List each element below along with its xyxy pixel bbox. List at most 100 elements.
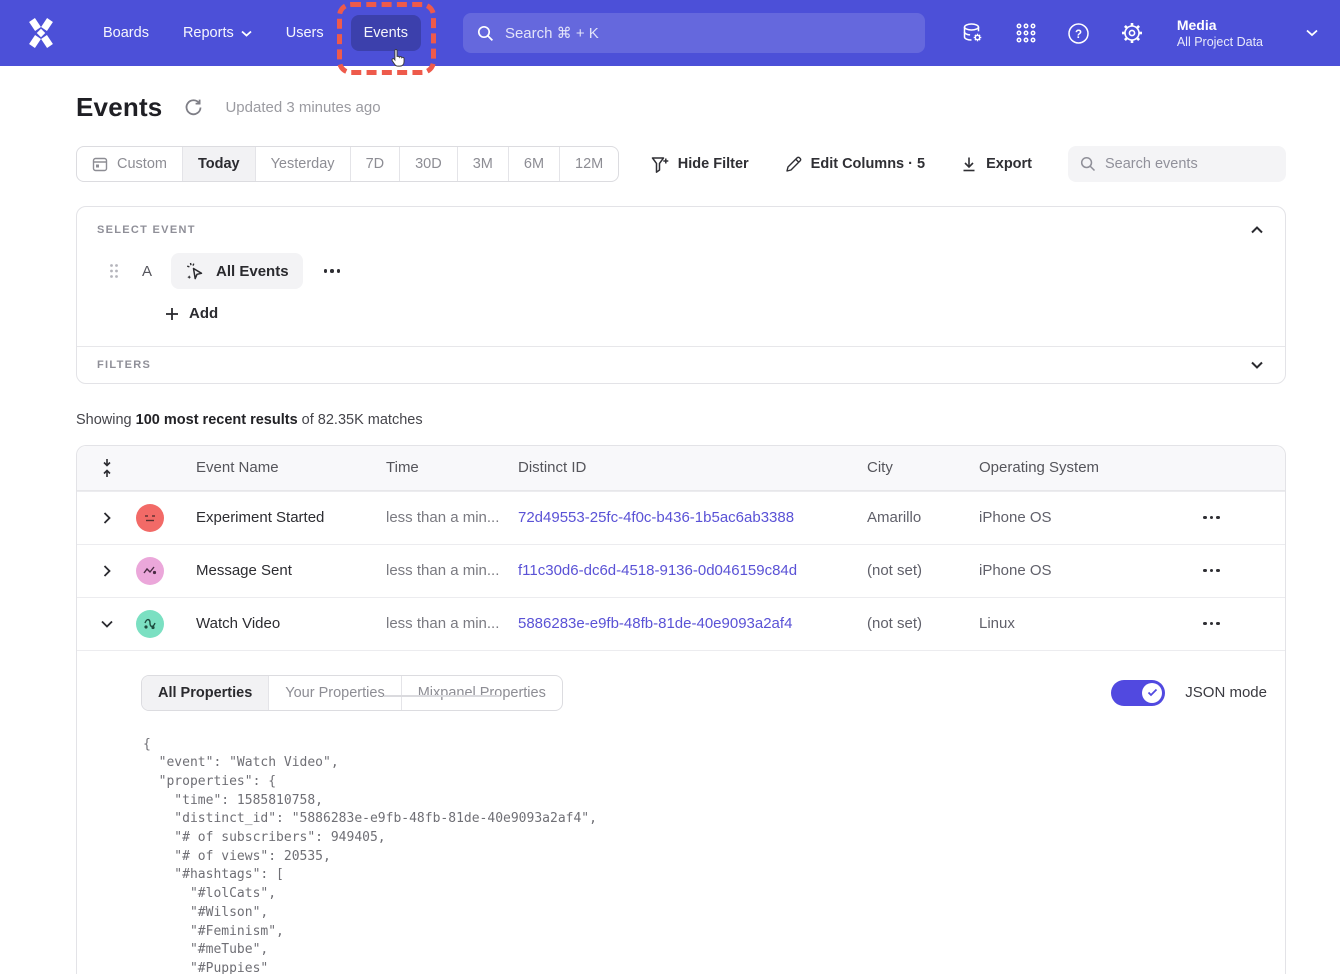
nav-item-users[interactable]: Users [273,15,337,51]
table-row: Experiment Started less than a min... 72… [77,491,1285,544]
event-name-cell: Watch Video [196,615,386,632]
query-builder-card: SELECT EVENT [76,206,1286,384]
calendar-icon [92,156,108,172]
date-option-custom[interactable]: Custom [77,147,182,181]
date-range-selector: Custom Today Yesterday 7D 30D 3M 6M 12M [76,146,619,182]
date-option-yesterday[interactable]: Yesterday [255,147,350,181]
distinct-id-link[interactable]: 72d49553-25fc-4f0c-b436-1b5ac6ab3388 [518,509,794,526]
row-collapse-chevron-down-icon[interactable] [97,616,117,632]
city-cell: (not set) [867,615,979,632]
edit-columns-button[interactable]: Edit Columns · 5 [785,156,925,173]
tab-all-properties[interactable]: All Properties [142,676,268,710]
row-expand-chevron-right-icon[interactable] [99,508,115,528]
date-option-30d[interactable]: 30D [399,147,457,181]
row-expand-chevron-right-icon[interactable] [99,561,115,581]
svg-text:?: ? [1075,29,1082,41]
expand-section-chevron-down-icon[interactable] [1249,359,1265,371]
check-icon [1147,688,1158,697]
properties-tabs: All Properties Your Properties Mixpanel … [141,675,563,711]
plus-icon [165,307,179,321]
results-summary: Showing 100 most recent results of 82.35… [76,412,1286,428]
nav-item-label: Events [364,25,408,41]
nav-item-label: Users [286,25,324,41]
date-option-12m[interactable]: 12M [559,147,618,181]
last-updated-text: Updated 3 minutes ago [225,99,380,116]
column-header-city[interactable]: City [867,459,979,476]
page-title: Events [76,92,162,123]
all-events-selector[interactable]: All Events [171,253,303,289]
json-mode-label: JSON mode [1185,684,1267,701]
mixpanel-events-page: Boards Reports Users Events [0,0,1340,974]
date-option-today[interactable]: Today [182,147,255,181]
column-header-distinct-id[interactable]: Distinct ID [518,459,867,476]
export-button[interactable]: Export [961,156,1032,173]
top-nav: Boards Reports Users Events [0,0,1340,66]
event-name-cell: Message Sent [196,562,386,579]
nav-item-events-wrapper: Events [351,15,421,51]
filters-section[interactable]: FILTERS [77,346,1285,383]
os-cell: Linux [979,615,1193,632]
download-icon [961,156,977,173]
distinct-id-link[interactable]: f11c30d6-dc6d-4518-9136-0d046159c84d [518,562,797,579]
chevron-down-icon [241,30,252,37]
event-more-options-icon[interactable] [318,263,347,279]
settings-gear-icon[interactable] [1120,21,1144,45]
nav-item-label: Boards [103,25,149,41]
magic-cursor-icon [185,261,206,282]
os-cell: iPhone OS [979,509,1193,526]
collapse-all-icon[interactable] [101,458,113,478]
column-header-os[interactable]: Operating System [979,459,1193,476]
collapse-section-chevron-up-icon[interactable] [1249,224,1265,236]
event-json-view: { "event": "Watch Video", "properties": … [143,736,1267,974]
distinct-id-link[interactable]: 5886283e-e9fb-48fb-81de-40e9093a2af4 [518,615,792,632]
mixpanel-logo-icon[interactable] [22,18,60,48]
search-placeholder: Search ⌘ + K [505,24,599,42]
project-chevron-down-icon[interactable] [1306,29,1318,37]
nav-items: Boards Reports Users Events [90,15,421,51]
tab-mixpanel-properties[interactable]: Mixpanel Properties [401,676,562,710]
drag-handle-icon[interactable] [109,263,119,279]
select-event-label: SELECT EVENT [97,224,196,236]
help-icon[interactable]: ? [1067,21,1091,45]
row-more-options-icon[interactable] [1197,510,1226,526]
global-search-input[interactable]: Search ⌘ + K [463,13,925,53]
apps-grid-icon[interactable] [1014,21,1038,45]
date-option-6m[interactable]: 6M [508,147,559,181]
table-row: Message Sent less than a min... f11c30d6… [77,544,1285,597]
main-content: Events Updated 3 minutes ago Custom [0,92,1340,974]
hide-filter-button[interactable]: Hide Filter [651,156,749,173]
json-mode-toggle[interactable] [1111,680,1165,706]
toggle-knob [1142,683,1162,703]
pencil-icon [785,156,802,173]
row-more-options-icon[interactable] [1197,616,1226,632]
column-header-time[interactable]: Time [386,459,518,476]
data-management-icon[interactable] [961,21,985,45]
row-more-options-icon[interactable] [1197,563,1226,579]
filter-funnel-icon [651,156,669,173]
add-event-button[interactable]: Add [165,305,218,322]
date-option-3m[interactable]: 3M [457,147,508,181]
search-events-input[interactable]: Search events [1068,146,1286,182]
date-option-7d[interactable]: 7D [350,147,400,181]
time-cell: less than a min... [386,509,518,526]
event-avatar [136,557,164,585]
search-icon [1080,156,1096,172]
column-header-event-name[interactable]: Event Name [196,459,386,476]
refresh-icon[interactable] [184,98,203,117]
project-name: Media [1177,16,1263,34]
search-events-placeholder: Search events [1105,156,1198,172]
table-row-expanded: Watch Video less than a min... 5886283e-… [77,597,1285,650]
project-switcher[interactable]: Media All Project Data [1177,16,1263,50]
event-name-cell: Experiment Started [196,509,386,526]
nav-item-boards[interactable]: Boards [90,15,162,51]
nav-item-events[interactable]: Events [351,15,421,51]
time-cell: less than a min... [386,562,518,579]
nav-right-cluster: ? Media All Project Data [961,16,1318,50]
time-column-divider [384,695,500,697]
tab-your-properties[interactable]: Your Properties [268,676,400,710]
nav-item-label: Reports [183,25,234,41]
selected-event-name: All Events [216,263,289,280]
nav-item-reports[interactable]: Reports [170,15,265,51]
city-cell: (not set) [867,562,979,579]
event-row-letter: A [142,263,152,280]
